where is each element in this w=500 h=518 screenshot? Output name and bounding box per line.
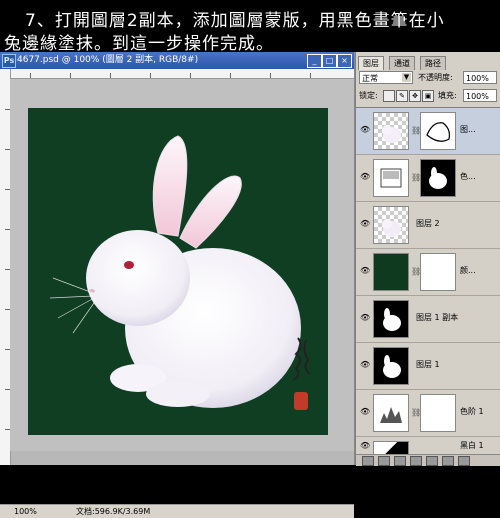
layer-name: 色...: [460, 172, 476, 181]
layers-panel: 图层 通道 路径 正常 ▼ 不透明度: 100% 锁定: ✎ ✥ ▣ 填充: 1…: [355, 52, 500, 466]
lock-label: 锁定:: [359, 91, 378, 100]
tab-channels[interactable]: 通道: [389, 56, 415, 70]
lock-move-icon[interactable]: ✥: [409, 90, 421, 102]
eye-icon[interactable]: 👁: [360, 220, 370, 228]
opacity-label: 不透明度:: [418, 73, 453, 82]
fill-field[interactable]: 100%: [463, 89, 497, 102]
layer-name: 图层 1 副本: [416, 313, 459, 322]
layer-row[interactable]: 👁 图层 1 副本: [356, 296, 500, 343]
caption-line-1: 7、打開圖層2副本，添加圖層蒙版，用黑色畫筆在小: [25, 11, 445, 31]
eye-icon[interactable]: 👁: [360, 126, 370, 134]
fill-thumbnail: [373, 253, 409, 291]
mask-thumbnail[interactable]: [420, 253, 456, 291]
document-titlebar[interactable]: Ps 4677.psd @ 100% (圖層 2 副本, RGB/8#) _ □…: [0, 52, 354, 69]
layer-name: 颜...: [460, 266, 476, 275]
lock-brush-icon[interactable]: ✎: [396, 90, 408, 102]
lock-transparent-icon[interactable]: [383, 90, 395, 102]
caption-banner: 7、打開圖層2副本，添加圖層蒙版，用黑色畫筆在小 兔邊緣塗抹。到這一步操作完成。: [0, 0, 500, 54]
eye-icon[interactable]: 👁: [360, 314, 370, 322]
layer-name: 图层 2: [416, 219, 440, 228]
lock-all-icon[interactable]: ▣: [422, 90, 434, 102]
layers-list: 👁 ⛓ 图... 👁 ⛓ 色... 👁 图层 2 👁 ⛓ 颜... 👁 图层 1…: [356, 107, 500, 455]
fill-value: 100%: [466, 92, 489, 101]
layer-row[interactable]: 👁 黑白 1: [356, 437, 500, 455]
photoshop-icon: Ps: [2, 54, 16, 68]
doc-size-info: 文档:596.9K/3.69M: [76, 507, 151, 516]
layer-name: 图...: [460, 125, 476, 134]
layer-row[interactable]: 👁 图层 2: [356, 202, 500, 249]
ruler-horizontal[interactable]: [10, 69, 354, 79]
levels-thumbnail: [373, 394, 409, 432]
image-canvas[interactable]: [28, 108, 328, 435]
maximize-button[interactable]: □: [322, 54, 337, 68]
eye-icon[interactable]: 👁: [360, 442, 370, 450]
layer-thumbnail: [373, 300, 409, 338]
chevron-down-icon: ▼: [402, 73, 411, 82]
layer-thumbnail: [373, 112, 409, 150]
status-bar: 100% 文档:596.9K/3.69M: [0, 504, 354, 518]
opacity-field[interactable]: 100%: [463, 71, 497, 84]
adjustment-thumbnail: [373, 159, 409, 197]
mask-thumbnail[interactable]: [420, 159, 456, 197]
blend-mode-value: 正常: [362, 74, 378, 83]
layers-bottom-bar: [356, 454, 500, 466]
layer-name: 黑白 1: [460, 441, 484, 450]
fill-label: 填充:: [438, 91, 457, 100]
mask-thumbnail[interactable]: [420, 112, 456, 150]
close-button[interactable]: ×: [337, 54, 352, 68]
layer-name: 色阶 1: [460, 407, 484, 416]
layer-row[interactable]: 👁 ⛓ 颜...: [356, 249, 500, 296]
layer-thumbnail: [373, 347, 409, 385]
blend-mode-select[interactable]: 正常 ▼: [359, 71, 413, 84]
eye-icon[interactable]: 👁: [360, 361, 370, 369]
layer-row[interactable]: 👁 ⛓ 色阶 1: [356, 390, 500, 437]
opacity-value: 100%: [466, 74, 489, 83]
layer-row[interactable]: 👁 ⛓ 图...: [356, 108, 500, 155]
layer-row[interactable]: 👁 ⛓ 色...: [356, 155, 500, 202]
tab-layers[interactable]: 图层: [358, 56, 384, 70]
layer-name: 图层 1: [416, 360, 440, 369]
eye-icon[interactable]: 👁: [360, 267, 370, 275]
blackwhite-thumbnail: [373, 441, 409, 454]
layer-row[interactable]: 👁 图层 1: [356, 343, 500, 390]
eye-icon[interactable]: 👁: [360, 408, 370, 416]
minimize-button[interactable]: _: [307, 54, 322, 68]
caption-line-2: 兔邊緣塗抹。到這一步操作完成。: [4, 34, 274, 54]
mask-thumbnail[interactable]: [420, 394, 456, 432]
zoom-level[interactable]: 100%: [14, 505, 37, 518]
eye-icon[interactable]: 👁: [360, 173, 370, 181]
document-title: 4677.psd @ 100% (圖層 2 副本, RGB/8#): [17, 55, 199, 65]
layer-thumbnail: [373, 206, 409, 244]
rabbit-image: [49, 135, 311, 410]
tab-paths[interactable]: 路径: [420, 56, 446, 70]
